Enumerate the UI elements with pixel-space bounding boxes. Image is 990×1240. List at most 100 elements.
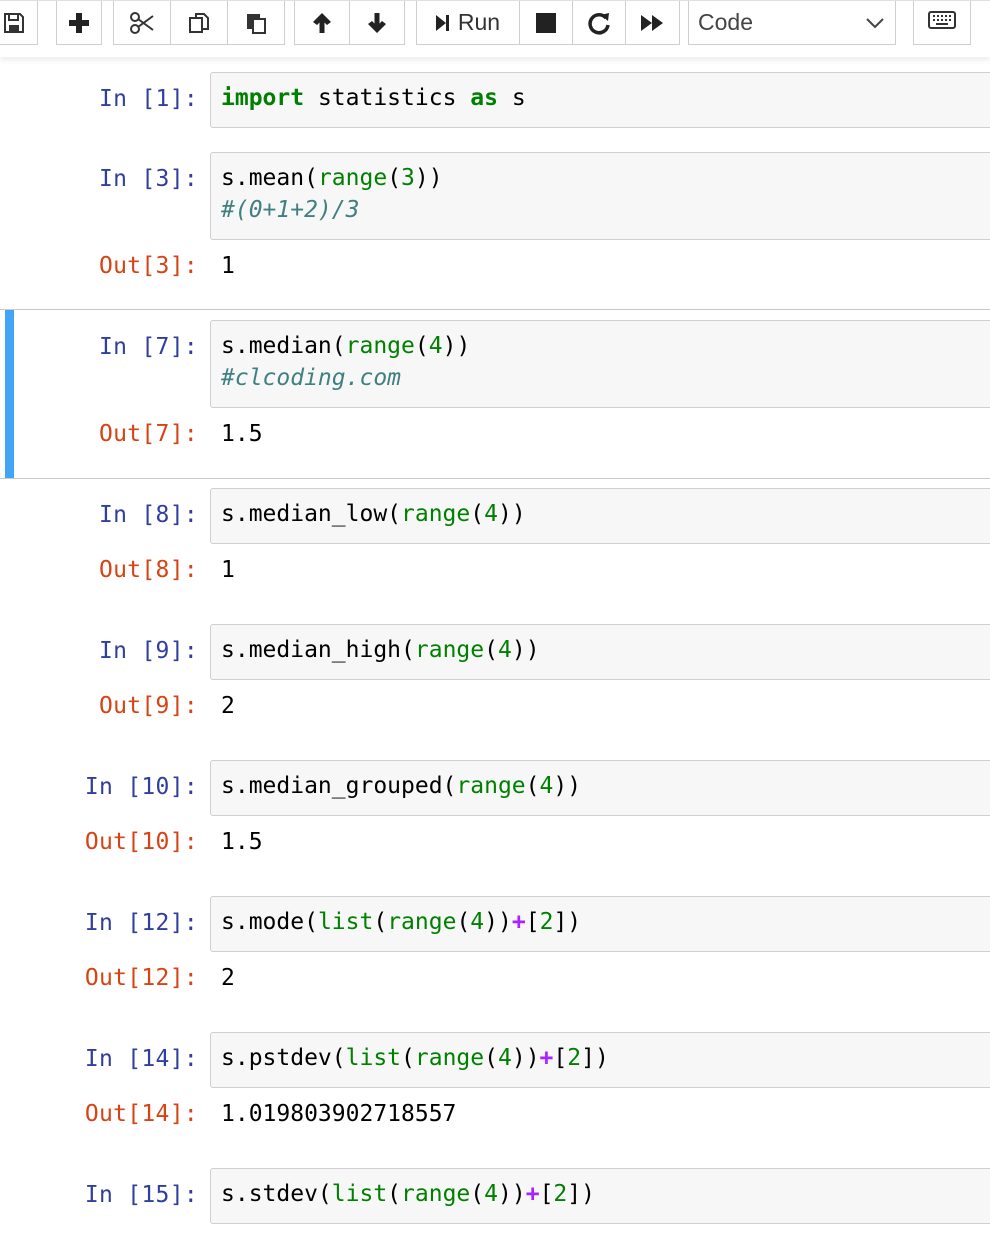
code-input-area[interactable]: s.median_low(range(4)) (210, 488, 990, 544)
code-token: s.stdev( (221, 1181, 332, 1207)
fast-forward-icon (640, 13, 665, 33)
code-token: s.median_grouped( (221, 773, 457, 799)
code-token: 2 (553, 1181, 568, 1207)
code-token: ]) (581, 1045, 609, 1071)
code-token: 2 (567, 1045, 582, 1071)
code-token: )) (497, 501, 526, 527)
input-prompt: In [10]: (84, 774, 198, 800)
code-token: )) (484, 909, 512, 935)
output-result: 1 (221, 557, 235, 583)
copy-button[interactable] (171, 1, 228, 45)
output-result: 1.5 (221, 421, 263, 447)
code-token: 4 (484, 501, 498, 527)
output-result: 1.019803902718557 (221, 1101, 457, 1127)
code-token: import (221, 85, 305, 111)
move-down-button[interactable] (350, 1, 405, 45)
code-token: ( (401, 1045, 415, 1071)
code-token: 4 (497, 1045, 512, 1071)
restart-run-all-button[interactable] (626, 1, 680, 45)
code-token: )) (442, 333, 471, 359)
cut-icon (129, 11, 155, 35)
code-token: 4 (428, 333, 443, 359)
output-prompt: Out[7]: (98, 421, 198, 447)
code-token: range (401, 501, 471, 527)
output-result: 1 (221, 253, 235, 279)
code-line: s.median(range(4)) (221, 330, 990, 362)
code-input-area[interactable]: s.mode(list(range(4))+[2]) (210, 896, 990, 952)
code-line: #(0+1+2)/3 (221, 194, 990, 226)
code-token: ( (414, 333, 429, 359)
code-token: s.median( (221, 333, 346, 359)
code-line: import statistics as s (221, 82, 990, 114)
input-prompt: In [15]: (84, 1182, 198, 1208)
code-input-area[interactable]: s.median(range(4)) #clcoding.com (210, 320, 990, 408)
save-icon (2, 11, 26, 35)
output-prompt: Out[14]: (84, 1101, 198, 1127)
restart-button[interactable] (573, 1, 626, 45)
code-token: range (414, 637, 485, 663)
code-input-area[interactable]: s.pstdev(list(range(4))+[2]) (210, 1032, 990, 1088)
code-line: s.pstdev(list(range(4))+[2]) (221, 1042, 990, 1074)
code-token: as (470, 85, 498, 111)
interrupt-button[interactable] (520, 1, 573, 45)
code-token: range (387, 909, 457, 935)
code-input-area[interactable]: import statistics as s (210, 72, 990, 128)
input-prompt: In [1]: (98, 86, 198, 112)
code-line: #clcoding.com (221, 362, 990, 394)
keyboard-icon (928, 11, 956, 34)
code-token: ( (484, 1045, 498, 1071)
code-line: s.median_grouped(range(4)) (221, 770, 990, 802)
save-button[interactable] (0, 1, 38, 45)
output-result: 2 (221, 965, 235, 991)
insert-cell-button[interactable] (56, 1, 102, 45)
code-token: ( (470, 1181, 485, 1207)
code-token: range (317, 165, 388, 191)
code-token: 2 (539, 909, 554, 935)
run-label: Run (457, 9, 501, 35)
input-prompt: In [14]: (84, 1046, 198, 1072)
arrow-up-icon (311, 11, 333, 35)
code-token: ( (484, 637, 498, 663)
code-token: )) (511, 1045, 540, 1071)
code-token: ( (470, 501, 485, 527)
paste-button[interactable] (228, 1, 285, 45)
code-token: [ (525, 909, 540, 935)
code-input-area[interactable]: s.mean(range(3)) #(0+1+2)/3 (210, 152, 990, 240)
move-group (294, 1, 405, 45)
input-prompt: In [3]: (98, 166, 198, 192)
move-up-button[interactable] (294, 1, 350, 45)
plus-icon (68, 12, 90, 34)
code-line: s.mean(range(3)) (221, 162, 990, 194)
cut-button[interactable] (113, 1, 171, 45)
input-prompt: In [9]: (98, 638, 198, 664)
code-token: 4 (497, 637, 512, 663)
code-token: range (401, 1181, 471, 1207)
code-token: ]) (553, 909, 582, 935)
code-token: s.mode( (221, 909, 318, 935)
code-input-area[interactable]: s.median_grouped(range(4)) (210, 760, 990, 816)
code-token: ( (525, 773, 540, 799)
command-palette-button[interactable] (913, 1, 971, 45)
code-token: s.pstdev( (221, 1045, 346, 1071)
output-prompt: Out[8]: (98, 557, 198, 583)
code-token: 4 (484, 1181, 498, 1207)
code-token: list (345, 1045, 402, 1071)
chevron-down-icon (865, 12, 885, 39)
cell-type-select[interactable]: Code (688, 1, 896, 45)
run-group: Run (416, 1, 680, 45)
code-token: range (456, 773, 526, 799)
code-token: range (414, 1045, 485, 1071)
run-button[interactable]: Run (416, 1, 520, 45)
code-token: s (497, 85, 526, 111)
code-token: ( (387, 1181, 402, 1207)
code-input-area[interactable]: s.stdev(list(range(4))+[2]) (210, 1168, 990, 1224)
code-token: )) (511, 637, 540, 663)
output-prompt: Out[10]: (84, 829, 198, 855)
code-token: s.median_high( (221, 637, 415, 663)
stop-icon (536, 12, 556, 33)
code-input-area[interactable]: s.median_high(range(4)) (210, 624, 990, 680)
paste-icon (244, 11, 268, 35)
output-result: 2 (221, 693, 235, 719)
copy-icon (187, 11, 211, 35)
code-token: 4 (539, 773, 554, 799)
